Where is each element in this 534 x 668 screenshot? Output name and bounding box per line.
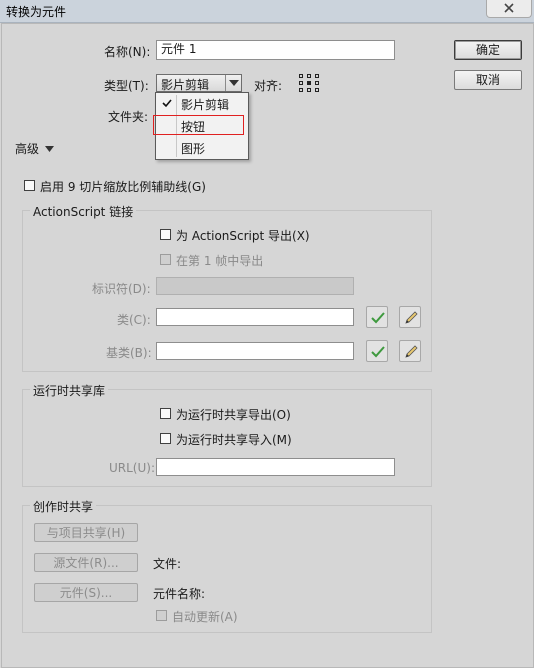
highlight-box bbox=[153, 115, 244, 135]
class-edit-button[interactable] bbox=[399, 306, 421, 328]
ok-button[interactable]: 确定 bbox=[454, 40, 522, 60]
select-divider bbox=[225, 75, 226, 91]
base-class-validate-button[interactable] bbox=[366, 340, 388, 362]
identifier-label: 标识符(D): bbox=[92, 282, 151, 296]
pencil-icon bbox=[405, 311, 418, 324]
export-actionscript-label: 为 ActionScript 导出(X) bbox=[176, 229, 310, 243]
class-field[interactable] bbox=[156, 308, 354, 326]
url-field[interactable] bbox=[156, 458, 395, 476]
advanced-label: 高级 bbox=[15, 142, 40, 156]
advanced-toggle[interactable]: 高级 bbox=[15, 140, 54, 157]
title-bar bbox=[0, 0, 534, 23]
registration-grid-icon[interactable] bbox=[298, 73, 320, 93]
dropdown-item-label: 影片剪辑 bbox=[181, 98, 230, 112]
dropdown-item-label: 图形 bbox=[181, 142, 206, 156]
cancel-button[interactable]: 取消 bbox=[454, 70, 522, 90]
type-select-value: 影片剪辑 bbox=[161, 78, 210, 92]
folder-label: 文件夹: bbox=[108, 110, 149, 124]
window-title: 转换为元件 bbox=[6, 5, 67, 19]
auto-update-checkbox[interactable] bbox=[156, 610, 167, 621]
name-label: 名称(N): bbox=[104, 45, 151, 59]
export-first-frame-checkbox[interactable] bbox=[160, 254, 171, 265]
checkmark-icon bbox=[371, 346, 385, 358]
runtime-export-label: 为运行时共享导出(O) bbox=[176, 408, 291, 422]
base-class-edit-button[interactable] bbox=[399, 340, 421, 362]
share-with-project-button[interactable]: 与项目共享(H) bbox=[34, 523, 138, 542]
runtime-import-checkbox[interactable] bbox=[160, 433, 171, 444]
dropdown-item-movieclip[interactable]: 影片剪辑 bbox=[156, 93, 246, 115]
runtime-shared-group-title: 运行时共享库 bbox=[30, 382, 109, 399]
base-class-field[interactable] bbox=[156, 342, 354, 360]
close-icon bbox=[504, 3, 514, 13]
actionscript-group-title: ActionScript 链接 bbox=[30, 203, 137, 220]
identifier-field[interactable] bbox=[156, 277, 354, 295]
source-file-button[interactable]: 源文件(R)... bbox=[34, 553, 138, 572]
name-field[interactable]: 元件 1 bbox=[156, 40, 395, 60]
checkmark-icon bbox=[371, 312, 385, 324]
triangle-down-icon bbox=[44, 146, 54, 152]
file-label: 文件: bbox=[153, 557, 182, 571]
url-label: URL(U): bbox=[109, 461, 155, 475]
symbol-button[interactable]: 元件(S)... bbox=[34, 583, 138, 602]
nine-slice-checkbox[interactable] bbox=[24, 180, 35, 191]
authortime-shared-group-title: 创作时共享 bbox=[30, 498, 97, 515]
class-validate-button[interactable] bbox=[366, 306, 388, 328]
class-label: 类(C): bbox=[117, 313, 151, 327]
close-button[interactable] bbox=[486, 0, 532, 18]
chevron-down-icon bbox=[229, 80, 239, 86]
nine-slice-label: 启用 9 切片缩放比例辅助线(G) bbox=[40, 180, 206, 194]
runtime-import-label: 为运行时共享导入(M) bbox=[176, 433, 292, 447]
pencil-icon bbox=[405, 345, 418, 358]
type-select[interactable]: 影片剪辑 bbox=[156, 74, 242, 92]
base-class-label: 基类(B): bbox=[106, 346, 152, 360]
type-label: 类型(T): bbox=[104, 79, 149, 93]
dropdown-item-graphic[interactable]: 图形 bbox=[156, 137, 246, 159]
checkmark-icon bbox=[162, 99, 172, 108]
export-first-frame-label: 在第 1 帧中导出 bbox=[176, 254, 264, 268]
export-actionscript-checkbox[interactable] bbox=[160, 229, 171, 240]
symbol-name-label: 元件名称: bbox=[153, 587, 206, 601]
auto-update-label: 自动更新(A) bbox=[172, 610, 238, 624]
runtime-export-checkbox[interactable] bbox=[160, 408, 171, 419]
align-label: 对齐: bbox=[254, 79, 283, 93]
